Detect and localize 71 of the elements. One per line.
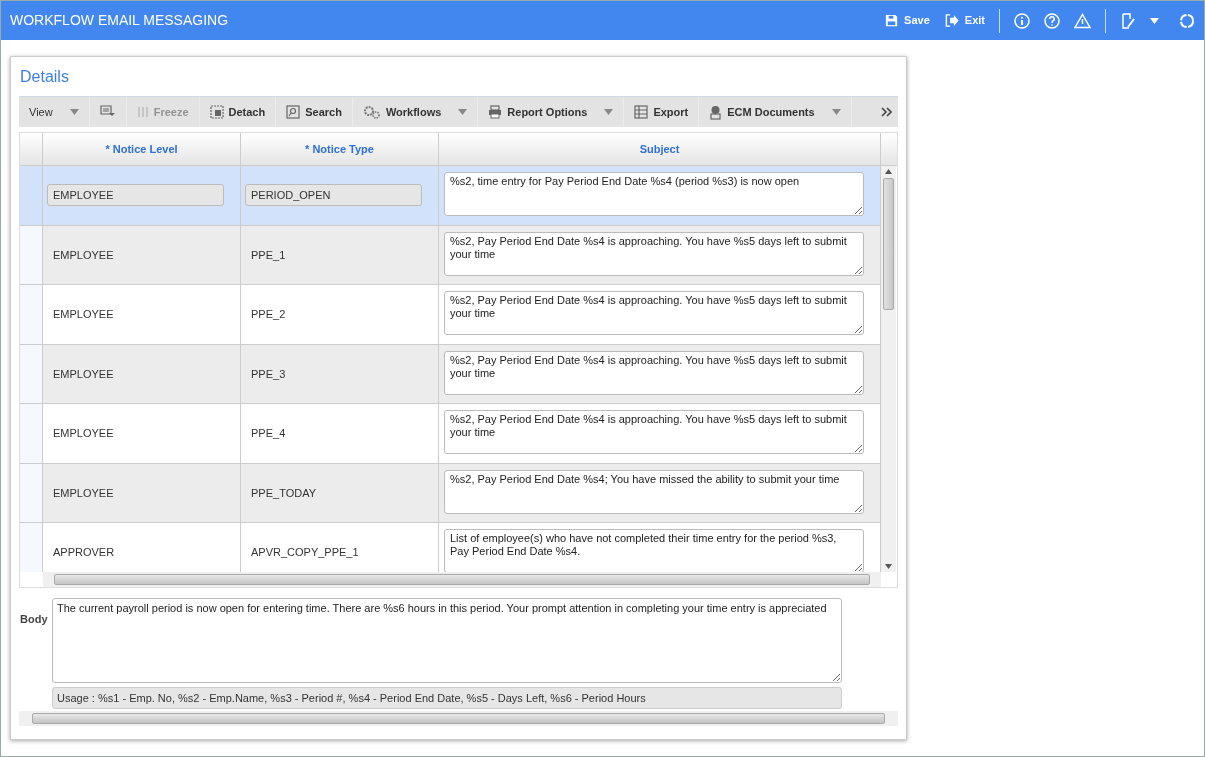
- body-textarea[interactable]: The current payroll period is now open for entering time. There are %s6 hours in this period. Your prompt attention in completing your time entry is appreciated: [52, 598, 842, 683]
- table-row[interactable]: EMPLOYEE PPE_4 %s2, Pay Period End Date %s4 is approaching. You have %s5 days left to submit your time: [20, 404, 881, 464]
- table-row[interactable]: EMPLOYEE PPE_2 %s2, Pay Period End Date %s4 is approaching. You have %s5 days left to submit your time: [20, 285, 881, 345]
- window-title: WORKFLOW EMAIL MESSAGING: [10, 11, 229, 30]
- subject-textarea[interactable]: %s2, Pay Period End Date %s4 is approaching. You have %s5 days left to submit your time: [444, 410, 864, 454]
- text-field[interactable]: PERIOD_OPEN: [245, 184, 422, 207]
- printer-icon: [488, 105, 503, 119]
- horizontal-scrollbar[interactable]: [19, 711, 898, 726]
- usage-hint: Usage : %s1 - Emp. No, %s2 - Emp.Name, %s3 - Period #, %s4 - Period End Date, %s5 - Days Left, %s6 - Period Hours: [52, 687, 842, 709]
- subject-textarea[interactable]: %s2, Pay Period End Date %s4 is approaching. You have %s5 days left to submit your time: [444, 291, 864, 335]
- horizontal-scrollbar[interactable]: [43, 572, 881, 587]
- table-cell-text: PPE_2: [250, 307, 287, 322]
- exit-icon: [943, 13, 960, 28]
- table-cell-text: PPE_4: [250, 426, 287, 441]
- table-cell-text: PPE_TODAY: [250, 485, 317, 501]
- subject-textarea[interactable]: %s2, time entry for Pay Period End Date %s4 (period %s3) is now open: [444, 172, 864, 216]
- table-row[interactable]: EMPLOYEE PPE_3 %s2, Pay Period End Date %s4 is approaching. You have %s5 days left to submit your time: [20, 344, 881, 404]
- scroll-thumb[interactable]: [32, 713, 885, 724]
- body-label: Body: [19, 612, 49, 628]
- exit-button[interactable]: Exit: [943, 12, 985, 29]
- toolbar-button[interactable]: Report Options: [478, 97, 625, 127]
- vertical-scrollbar[interactable]: [881, 166, 896, 572]
- table-cell-text: EMPLOYEE: [52, 247, 115, 263]
- edit-icon[interactable]: [1120, 12, 1136, 29]
- refresh-icon[interactable]: [1179, 12, 1195, 29]
- caret-icon: [831, 109, 841, 115]
- column-header[interactable]: * Notice Level: [43, 133, 241, 165]
- scroll-thumb[interactable]: [54, 574, 870, 585]
- panel-title: Details: [20, 67, 70, 87]
- toolbar-button[interactable]: Export: [624, 97, 700, 127]
- toolbar-button[interactable]: Detach: [199, 97, 277, 127]
- scroll-down-icon[interactable]: [885, 564, 892, 569]
- table-cell-text: EMPLOYEE: [52, 366, 115, 382]
- warning-icon[interactable]: [1074, 12, 1091, 29]
- toolbar-button[interactable]: ECM Documents: [699, 97, 852, 127]
- toolbar-button[interactable]: Search: [276, 97, 353, 127]
- scroll-thumb[interactable]: [883, 178, 894, 310]
- table-row[interactable]: EMPLOYEE PPE_1 %s2, Pay Period End Date %s4 is approaching. You have %s5 days left to submit your time: [20, 225, 881, 285]
- subject-textarea[interactable]: %s2, Pay Period End Date %s4 is approaching. You have %s5 days left to submit your time: [444, 350, 864, 395]
- table-cell-text: APVR_COPY_PPE_1: [250, 545, 360, 560]
- search-icon: [286, 105, 301, 119]
- subject-textarea[interactable]: %s2, Pay Period End Date %s4 is approaching. You have %s5 days left to submit your time: [444, 231, 864, 276]
- caret-icon: [69, 109, 79, 115]
- help-icon[interactable]: [1044, 12, 1060, 29]
- text-field[interactable]: EMPLOYEE: [47, 184, 224, 207]
- chevrons-right-icon[interactable]: [881, 107, 892, 117]
- table-cell-text: EMPLOYEE: [52, 485, 115, 501]
- table-row[interactable]: APPROVER APVR_COPY_PPE_1 List of employee(s) who have not completed their time entry for the period %s3, Pay Period End Date %s4.: [20, 523, 881, 572]
- caret-icon: [458, 109, 468, 115]
- table-row[interactable]: EMPLOYEE PERIOD_OPEN %s2, time entry for Pay Period End Date %s4 (period %s3) is now open: [20, 166, 881, 226]
- column-header[interactable]: * Notice Type: [241, 133, 439, 165]
- scroll-up-icon[interactable]: [885, 169, 892, 174]
- column-header[interactable]: Subject: [439, 133, 881, 165]
- toolbar-button[interactable]: Workflows: [352, 97, 479, 127]
- table-cell-text: EMPLOYEE: [52, 426, 115, 441]
- table-cell-text: PPE_1: [250, 247, 287, 263]
- table-cell-text: APPROVER: [52, 545, 116, 560]
- save-icon: [884, 13, 900, 28]
- table-cell-text: EMPLOYEE: [52, 307, 115, 322]
- save-button[interactable]: Save: [884, 12, 930, 29]
- detach-icon: [209, 105, 224, 119]
- caret-icon[interactable]: [1150, 17, 1159, 24]
- table-row[interactable]: EMPLOYEE PPE_TODAY %s2, Pay Period End Date %s4; You have missed the ability to submit your time: [20, 463, 881, 523]
- spreadsheet-icon: [634, 105, 649, 119]
- table-cell-text: PPE_3: [250, 366, 287, 382]
- toolbar-button[interactable]: View: [19, 97, 90, 127]
- subject-textarea[interactable]: List of employee(s) who have not completed their time entry for the period %s3, Pay Period End Date %s4.: [444, 529, 864, 572]
- subject-textarea[interactable]: %s2, Pay Period End Date %s4; You have missed the ability to submit your time: [444, 469, 864, 514]
- caret-icon: [604, 109, 614, 115]
- info-icon[interactable]: [1014, 12, 1030, 29]
- columns-icon: [136, 106, 149, 118]
